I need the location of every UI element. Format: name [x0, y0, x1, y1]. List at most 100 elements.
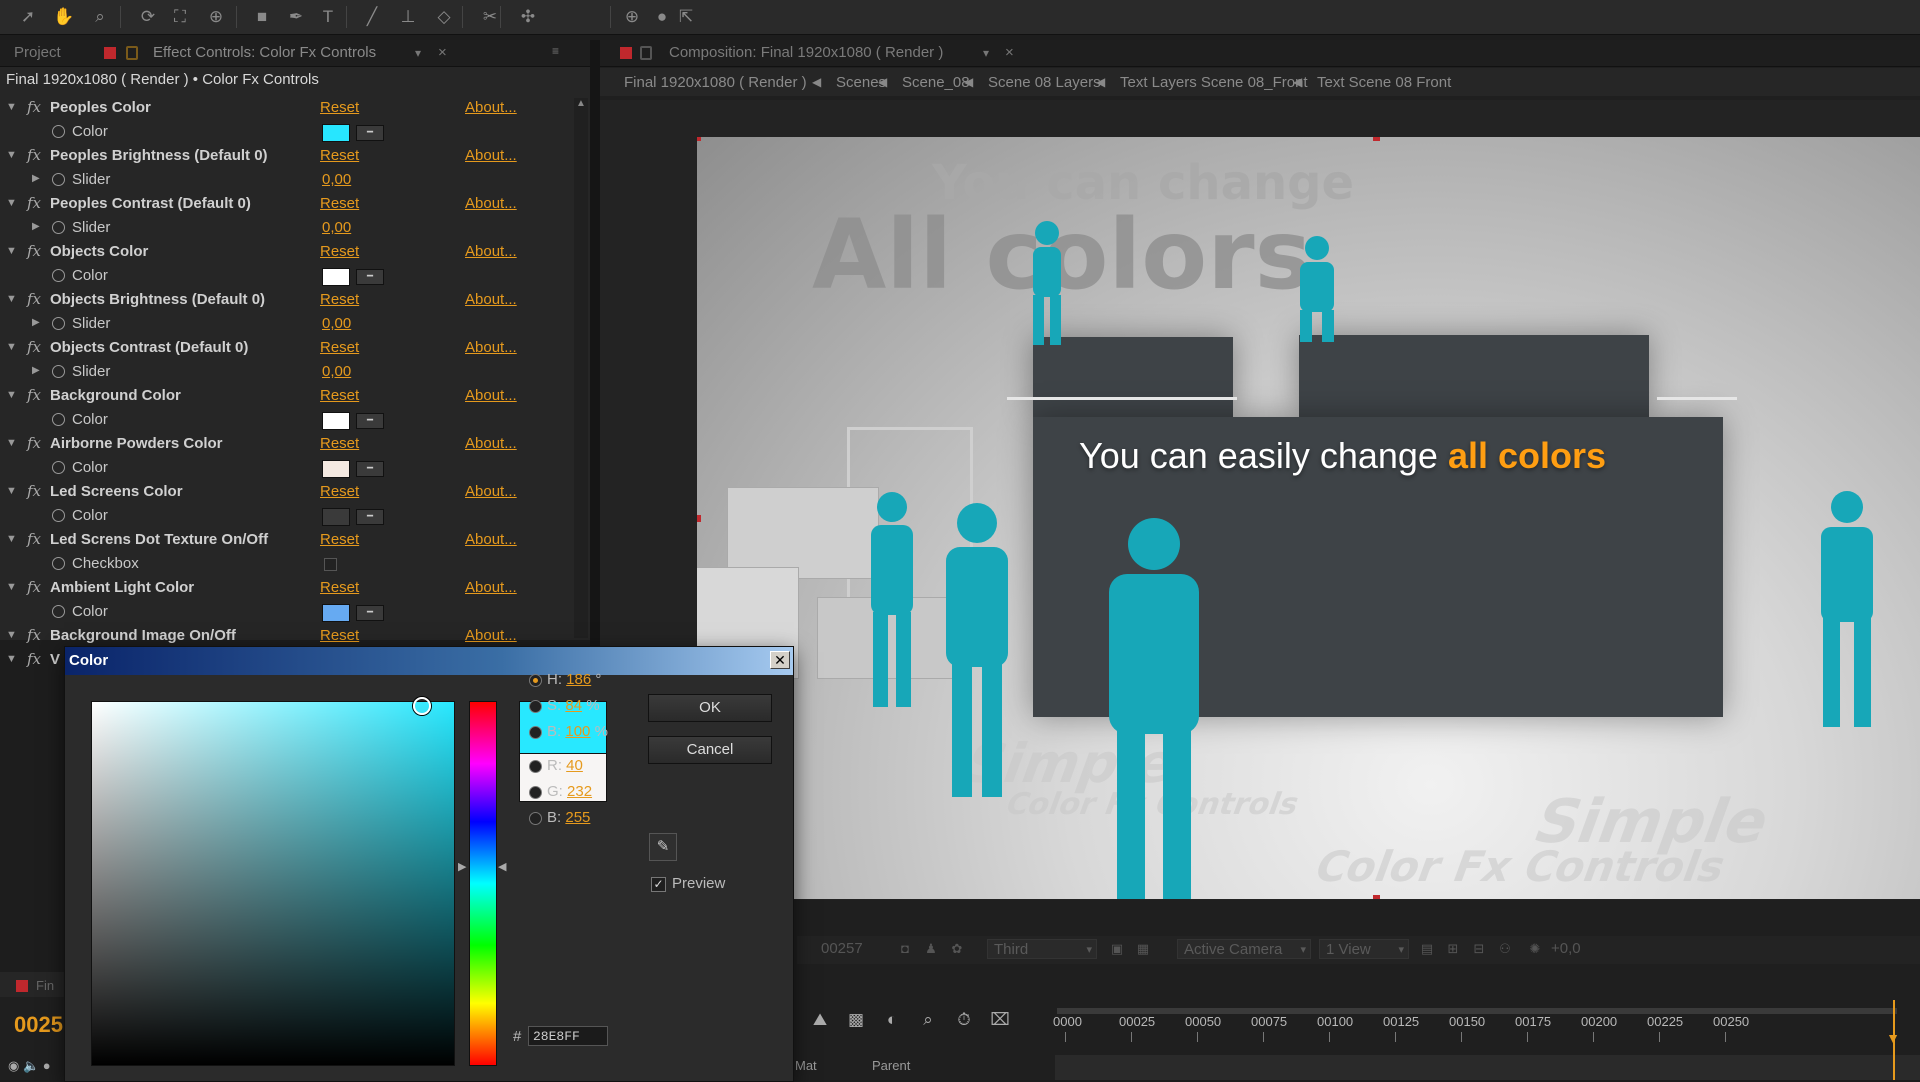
radio-rgb-4[interactable] — [529, 786, 542, 799]
effect-row[interactable]: ▼ fx Led Screns Dot Texture On/Off Reset Abo… — [0, 528, 570, 552]
stopwatch-icon[interactable] — [52, 461, 65, 474]
fx-icon[interactable]: fx — [27, 194, 41, 212]
effects-scrollbar[interactable]: ▲ — [574, 98, 588, 638]
reset-link[interactable]: Reset — [320, 531, 359, 548]
views-dropdown[interactable]: 1 View ▾ — [1319, 939, 1409, 959]
field-value[interactable]: 232 — [567, 783, 592, 800]
fx-icon[interactable]: fx — [27, 578, 41, 596]
effect-row[interactable]: ▼ fx Objects Contrast (Default 0) Reset Abou… — [0, 336, 570, 360]
time-ruler[interactable]: 0000 00025 00050 00075 00100 00125 00150 00175 0… — [1053, 1014, 1920, 1054]
about-link[interactable]: About... — [465, 147, 517, 164]
panel-menu-icon[interactable]: ≡ — [552, 44, 559, 58]
checkbox[interactable] — [324, 558, 337, 571]
transparency-grid-icon[interactable]: ▦ — [1135, 941, 1151, 957]
stopwatch-icon[interactable] — [52, 221, 65, 234]
scroll-up-icon[interactable]: ▲ — [576, 98, 586, 112]
radio-hsb-1[interactable] — [529, 700, 542, 713]
layer-handle[interactable] — [1373, 137, 1380, 141]
about-link[interactable]: About... — [465, 339, 517, 356]
fx-icon[interactable]: fx — [27, 434, 41, 452]
eyedropper-icon[interactable]: ━ — [356, 509, 384, 525]
channel-icon[interactable]: ✿ — [949, 941, 965, 957]
tab-project[interactable]: Project — [14, 44, 61, 61]
fx-icon[interactable]: fx — [27, 146, 41, 164]
effect-row[interactable]: ▼ fx Peoples Color Reset About... — [0, 96, 570, 120]
timeline-close-icon[interactable] — [16, 980, 28, 992]
field-value[interactable]: 186 — [566, 671, 591, 688]
radio-rgb-3[interactable] — [529, 760, 542, 773]
camera-tool-icon[interactable]: ⛶ — [168, 6, 192, 28]
hue-slider-left-arrow-icon[interactable]: ▶ — [458, 860, 466, 873]
zoom-tool-icon[interactable]: ⌕ — [88, 6, 112, 28]
effect-row[interactable]: ▼ fx Peoples Brightness (Default 0) Reset Ab… — [0, 144, 570, 168]
fx-icon[interactable]: fx — [27, 530, 41, 548]
roto-brush-tool-icon[interactable]: ✂ — [478, 6, 502, 28]
reset-link[interactable]: Reset — [320, 627, 359, 644]
eyedropper-icon[interactable]: ━ — [356, 125, 384, 141]
effect-row[interactable]: ▼ fx Led Screens Color Reset About... — [0, 480, 570, 504]
expand-arrow-icon[interactable]: ▼ — [6, 341, 17, 353]
comp-lock-icon[interactable] — [640, 46, 652, 60]
track-camera-icon[interactable]: ● — [650, 6, 674, 28]
fx-icon[interactable]: fx — [27, 338, 41, 356]
effect-row[interactable]: ▼ fx Background Image On/Off Reset About... — [0, 624, 570, 648]
rotate-tool-icon[interactable]: ⟳ — [136, 6, 160, 28]
eraser-tool-icon[interactable]: ◇ — [432, 6, 456, 28]
hue-slider[interactable] — [469, 701, 497, 1066]
preview-checkbox[interactable]: ✓ — [651, 877, 666, 892]
fx-icon[interactable]: fx — [27, 98, 41, 116]
draft-3d-icon[interactable]: ▩ — [844, 1010, 868, 1034]
fx-icon[interactable]: fx — [27, 650, 41, 668]
expand-arrow-icon[interactable]: ▼ — [6, 485, 17, 497]
fx-icon[interactable]: fx — [27, 482, 41, 500]
timeline-tab[interactable]: Fin — [0, 972, 70, 997]
breadcrumb-item[interactable]: Scene 08 Layers — [988, 74, 1101, 91]
stopwatch-icon[interactable] — [52, 413, 65, 426]
expand-arrow-icon[interactable]: ▼ — [6, 149, 17, 161]
effect-row[interactable]: ▼ fx Objects Color Reset About... — [0, 240, 570, 264]
tab-close-icon[interactable]: × — [438, 44, 447, 61]
about-link[interactable]: About... — [465, 99, 517, 116]
color-swatch[interactable] — [322, 508, 350, 526]
field-value[interactable]: 100 — [565, 723, 590, 740]
about-link[interactable]: About... — [465, 483, 517, 500]
pan-behind-tool-icon[interactable]: ⊕ — [204, 6, 228, 28]
effect-row[interactable]: ▼ fx Background Color Reset About... — [0, 384, 570, 408]
expand-arrow-icon[interactable]: ▶ — [32, 365, 40, 376]
toggle-pixel-aspect-icon[interactable]: ▤ — [1419, 941, 1435, 957]
slider-value[interactable]: 0,00 — [322, 219, 351, 236]
about-link[interactable]: About... — [465, 195, 517, 212]
breadcrumb-item[interactable]: Scene_08 — [902, 74, 970, 91]
layer-handle[interactable] — [1373, 895, 1380, 899]
composition-viewer[interactable]: You can change All colors You can easily… — [697, 137, 1920, 899]
color-swatch[interactable] — [322, 460, 350, 478]
expand-arrow-icon[interactable]: ▼ — [6, 101, 17, 113]
expand-arrow-icon[interactable]: ▼ — [6, 197, 17, 209]
reset-link[interactable]: Reset — [320, 579, 359, 596]
text-tool-icon[interactable]: T — [316, 6, 340, 28]
timeline-timecode[interactable]: 0025 — [14, 1012, 63, 1038]
dolly-camera-icon[interactable]: ⇱ — [674, 6, 698, 28]
tab-dropdown-icon[interactable]: ▾ — [415, 46, 421, 60]
hue-slider-right-arrow-icon[interactable]: ◀ — [498, 860, 506, 873]
effect-row[interactable]: ▼ fx Ambient Light Color Reset About... — [0, 576, 570, 600]
slider-value[interactable]: 0,00 — [322, 171, 351, 188]
reset-link[interactable]: Reset — [320, 435, 359, 452]
graph-editor-icon[interactable]: ⌧ — [988, 1010, 1012, 1034]
search-icon[interactable]: ⌕ — [916, 1010, 940, 1034]
ok-button[interactable]: OK — [648, 694, 772, 722]
about-link[interactable]: About... — [465, 291, 517, 308]
stopwatch-icon[interactable] — [52, 557, 65, 570]
close-button[interactable]: ✕ — [770, 651, 790, 669]
flowchart-icon[interactable]: ⚇ — [1497, 941, 1513, 957]
show-snapshot-icon[interactable]: ♟ — [923, 941, 939, 957]
expand-arrow-icon[interactable]: ▶ — [32, 221, 40, 232]
reset-link[interactable]: Reset — [320, 195, 359, 212]
expand-arrow-icon[interactable]: ▼ — [6, 293, 17, 305]
about-link[interactable]: About... — [465, 627, 517, 644]
expand-arrow-icon[interactable]: ▼ — [6, 581, 17, 593]
view-mode-dropdown[interactable]: Third ▾ — [987, 939, 1097, 959]
expand-arrow-icon[interactable]: ▼ — [6, 653, 17, 665]
color-swatch[interactable] — [322, 412, 350, 430]
orbit-camera-icon[interactable]: ⊕ — [620, 6, 644, 28]
